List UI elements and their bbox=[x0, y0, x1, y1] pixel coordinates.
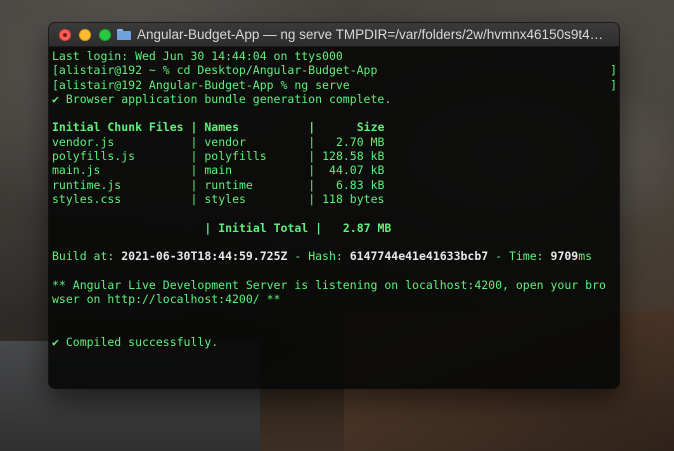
chunk-table-header: Initial Chunk Files | Names | Size bbox=[52, 120, 619, 134]
col-separator: | bbox=[308, 163, 316, 178]
header-files: Initial Chunk Files bbox=[52, 120, 184, 135]
terminal-output[interactable]: Last login: Wed Jun 30 14:44:04 on ttys0… bbox=[49, 47, 619, 388]
prompt-bracket: ] bbox=[610, 63, 617, 78]
chunk-table-row: polyfills.js | polyfills | 128.58 kB bbox=[52, 149, 619, 163]
total-value: 2.87 MB bbox=[342, 220, 392, 235]
chunk-file: runtime.js bbox=[52, 177, 122, 192]
prompt-line: [alistair@192 Angular-Budget-App % ng se… bbox=[52, 78, 619, 92]
close-button[interactable] bbox=[59, 28, 71, 41]
window-title-text: Angular-Budget-App — ng serve TMPDIR=/va… bbox=[137, 27, 609, 42]
col-separator: | bbox=[190, 191, 198, 206]
col-separator: | bbox=[308, 191, 316, 206]
title-bar[interactable]: Angular-Budget-App — ng serve TMPDIR=/va… bbox=[49, 23, 619, 47]
chunk-table-row: styles.css | styles | 118 bytes bbox=[52, 192, 619, 206]
chunk-table-total: | Initial Total | 2.87 MB bbox=[52, 221, 619, 235]
build-prefix: Build at: bbox=[52, 249, 122, 264]
chunk-size: 2.70 MB bbox=[335, 134, 385, 149]
chunk-table-row: vendor.js | vendor | 2.70 MB bbox=[52, 135, 619, 149]
terminal-window[interactable]: Angular-Budget-App — ng serve TMPDIR=/va… bbox=[49, 23, 619, 388]
col-separator: | bbox=[315, 220, 323, 235]
chunk-size: 6.83 kB bbox=[335, 177, 385, 192]
header-size: Size bbox=[356, 120, 385, 135]
chunk-file: main.js bbox=[52, 163, 101, 178]
chunk-name: main bbox=[204, 163, 233, 178]
col-separator: | bbox=[308, 149, 316, 164]
compiled-line: ✔ Compiled successfully. bbox=[52, 334, 219, 349]
window-title: Angular-Budget-App — ng serve TMPDIR=/va… bbox=[117, 23, 609, 46]
build-hash: 6147744e41e41633bcb7 bbox=[349, 249, 489, 264]
chunk-size: 44.07 kB bbox=[329, 163, 385, 178]
col-separator: | bbox=[190, 163, 198, 178]
col-separator: | bbox=[190, 134, 198, 149]
folder-icon bbox=[117, 29, 131, 40]
hash-prefix: - Hash: bbox=[287, 249, 350, 264]
bundle-complete-line: ✔ Browser application bundle generation … bbox=[52, 91, 392, 106]
col-separator: | bbox=[308, 177, 316, 192]
chunk-table-row: main.js | main | 44.07 kB bbox=[52, 163, 619, 177]
header-names: Names bbox=[204, 120, 239, 135]
time-prefix: - Time: bbox=[488, 249, 551, 264]
chunk-name: runtime bbox=[204, 177, 253, 192]
prompt-bracket: ] bbox=[610, 77, 617, 92]
prompt-text: [alistair@192 ~ % cd Desktop/Angular-Bud… bbox=[52, 63, 378, 78]
time-unit: ms bbox=[578, 249, 593, 264]
chunk-file: vendor.js bbox=[52, 134, 115, 149]
chunk-name: vendor bbox=[204, 134, 246, 149]
chunk-name: styles bbox=[204, 191, 246, 206]
col-separator: | bbox=[190, 177, 198, 192]
col-separator: | bbox=[190, 120, 198, 135]
chunk-file: styles.css bbox=[52, 191, 122, 206]
zoom-button[interactable] bbox=[99, 28, 111, 41]
chunk-size: 118 bytes bbox=[322, 191, 385, 206]
server-line: wser on http://localhost:4200/ ** bbox=[52, 292, 281, 307]
chunk-name: polyfills bbox=[204, 149, 267, 164]
total-label: Initial Total bbox=[218, 220, 309, 235]
build-time: 9709 bbox=[550, 249, 579, 264]
chunk-file: polyfills.js bbox=[52, 149, 136, 164]
prompt-line: [alistair@192 ~ % cd Desktop/Angular-Bud… bbox=[52, 63, 619, 77]
chunk-table-row: runtime.js | runtime | 6.83 kB bbox=[52, 178, 619, 192]
col-separator: | bbox=[190, 149, 198, 164]
window-controls bbox=[49, 28, 111, 41]
server-line: ** Angular Live Development Server is li… bbox=[52, 277, 606, 292]
prompt-text: [alistair@192 Angular-Budget-App % ng se… bbox=[52, 77, 350, 92]
col-separator: | bbox=[308, 120, 316, 135]
col-separator: | bbox=[204, 220, 212, 235]
col-separator: | bbox=[308, 134, 316, 149]
build-info-line: Build at: 2021-06-30T18:44:59.725Z - Has… bbox=[52, 249, 619, 263]
minimize-button[interactable] bbox=[79, 28, 91, 41]
chunk-size: 128.58 kB bbox=[322, 149, 385, 164]
last-login-line: Last login: Wed Jun 30 14:44:04 on ttys0… bbox=[52, 49, 343, 63]
build-timestamp: 2021-06-30T18:44:59.725Z bbox=[121, 249, 288, 264]
